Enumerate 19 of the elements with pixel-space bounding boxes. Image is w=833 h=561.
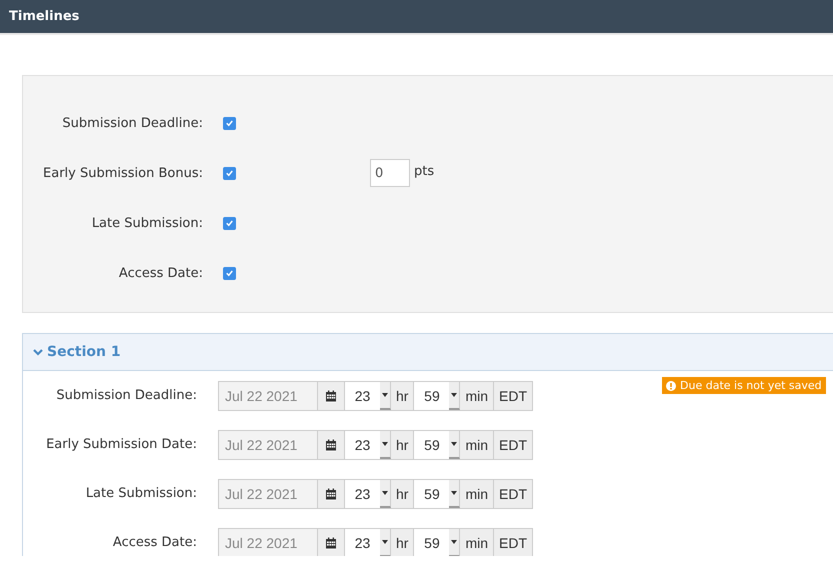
date-label: Access Date:	[112, 535, 197, 550]
warning-text: Due date is not yet saved	[680, 379, 822, 392]
setting-label: Late Submission:	[90, 216, 203, 230]
checkbox[interactable]	[223, 216, 236, 230]
date-label: Submission Deadline:	[55, 388, 197, 403]
checkbox[interactable]	[223, 266, 236, 280]
page-title: Timelines	[9, 9, 80, 24]
setting-label: Submission Deadline:	[61, 116, 203, 130]
exclamation-icon	[666, 380, 676, 390]
setting-label: Early Submission Bonus:	[42, 166, 203, 180]
checkbox[interactable]	[223, 166, 236, 180]
section-title: Section 1	[47, 344, 121, 360]
points-field[interactable]: 0	[370, 159, 410, 187]
checkbox[interactable]	[223, 116, 236, 130]
date-label: Late Submission:	[84, 486, 197, 501]
date-label: Early Submission Date:	[45, 437, 197, 452]
setting-label: Access Date:	[118, 266, 203, 280]
chevron-icon	[33, 348, 43, 356]
points-unit: pts	[414, 164, 434, 178]
